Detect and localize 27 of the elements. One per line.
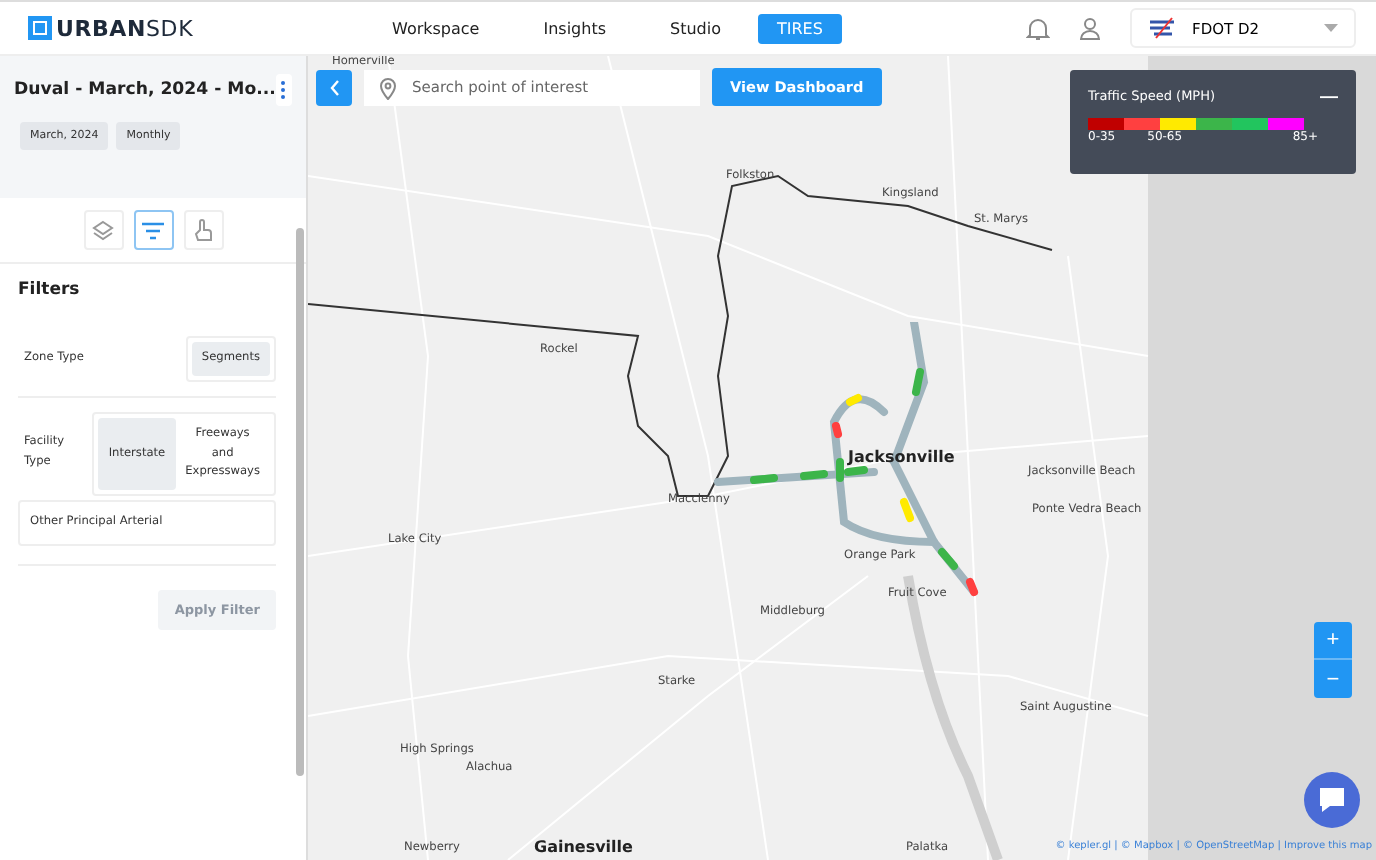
nav-tab[interactable]: Workspace (364, 13, 508, 43)
more-options-button[interactable] (275, 74, 292, 106)
chat-bubble-icon (1316, 786, 1348, 814)
user-icon[interactable] (1078, 16, 1102, 40)
brand-logo: URBANSDK (56, 15, 194, 41)
agency-logo-icon (1148, 16, 1176, 40)
collapse-legend-button[interactable]: — (1320, 86, 1338, 106)
filter-tool-button[interactable] (133, 210, 173, 250)
layers-icon (92, 219, 114, 241)
place-label: Gainesville (534, 838, 633, 856)
report-title: Duval - March, 2024 - Mo... (14, 80, 276, 100)
nav-tab[interactable]: Insights (515, 13, 635, 43)
bell-icon[interactable] (1026, 15, 1050, 41)
pointer-tool-button[interactable] (183, 210, 223, 250)
place-label: Jacksonville (848, 448, 955, 466)
nav-tab[interactable]: Studio (642, 13, 749, 43)
chevron-left-icon (329, 79, 339, 95)
location-pin-icon (380, 77, 396, 99)
collapse-sidebar-button[interactable] (316, 69, 352, 105)
logo-icon (28, 16, 52, 40)
scrollbar[interactable] (296, 228, 304, 776)
more-vertical-icon (280, 80, 287, 100)
filters-heading: Filters (18, 280, 82, 300)
layers-tool-button[interactable] (83, 210, 123, 250)
hand-pointer-icon (194, 218, 212, 242)
chevron-down-icon (1324, 24, 1338, 32)
filter-icon (142, 221, 164, 239)
